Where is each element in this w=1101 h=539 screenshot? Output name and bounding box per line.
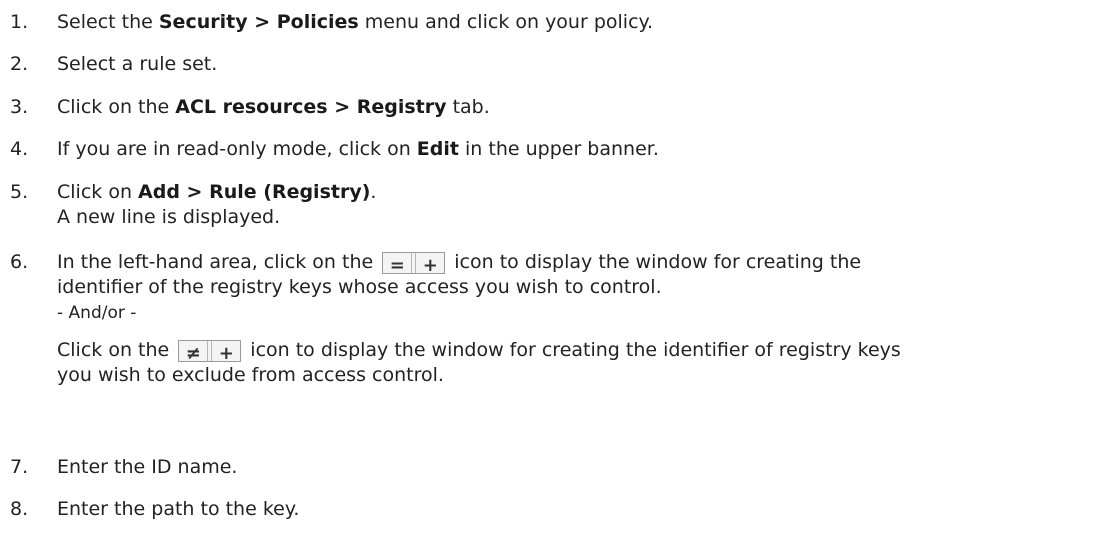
step-text: Enter the path to the key.: [57, 498, 300, 520]
step-text: Select a rule set.: [57, 53, 218, 75]
tab-path: ACL resources > Registry: [175, 96, 447, 118]
menu-path: Security > Policies: [158, 11, 359, 33]
step-number: 8.: [10, 498, 29, 520]
step-text: Click on the ACL resources > Registry ta…: [57, 96, 490, 118]
edit-label: Edit: [416, 138, 459, 160]
add-rule-path: Add > Rule (Registry): [138, 181, 371, 203]
plus-icon: +: [422, 255, 438, 276]
step-text: If you are in read-only mode, click on E…: [57, 138, 659, 160]
step-number: 6.: [10, 251, 29, 273]
step-number: 5.: [10, 181, 29, 203]
step-text: Enter the ID name.: [57, 456, 238, 478]
step-number: 1.: [10, 11, 29, 33]
step-text: In the left-hand area, click on the = + i…: [57, 251, 901, 386]
step-number: 3.: [10, 96, 29, 118]
and-or-separator: - And/or -: [57, 303, 137, 323]
step-number: 2.: [10, 53, 29, 75]
step-number: 4.: [10, 138, 29, 160]
equals-icon: =: [389, 255, 405, 276]
step-text: Click on Add > Rule (Registry). A new li…: [57, 181, 377, 228]
not-equal-icon: ≠: [185, 343, 201, 364]
step-text: Select the Security > Policies menu and …: [57, 11, 654, 33]
step-number: 7.: [10, 456, 29, 478]
plus-icon: +: [218, 343, 234, 364]
include-identifier-button[interactable]: = +: [382, 252, 446, 276]
exclude-identifier-button[interactable]: ≠ +: [178, 340, 242, 364]
procedure-document: 1. Select the Security > Policies menu a…: [0, 0, 1101, 539]
